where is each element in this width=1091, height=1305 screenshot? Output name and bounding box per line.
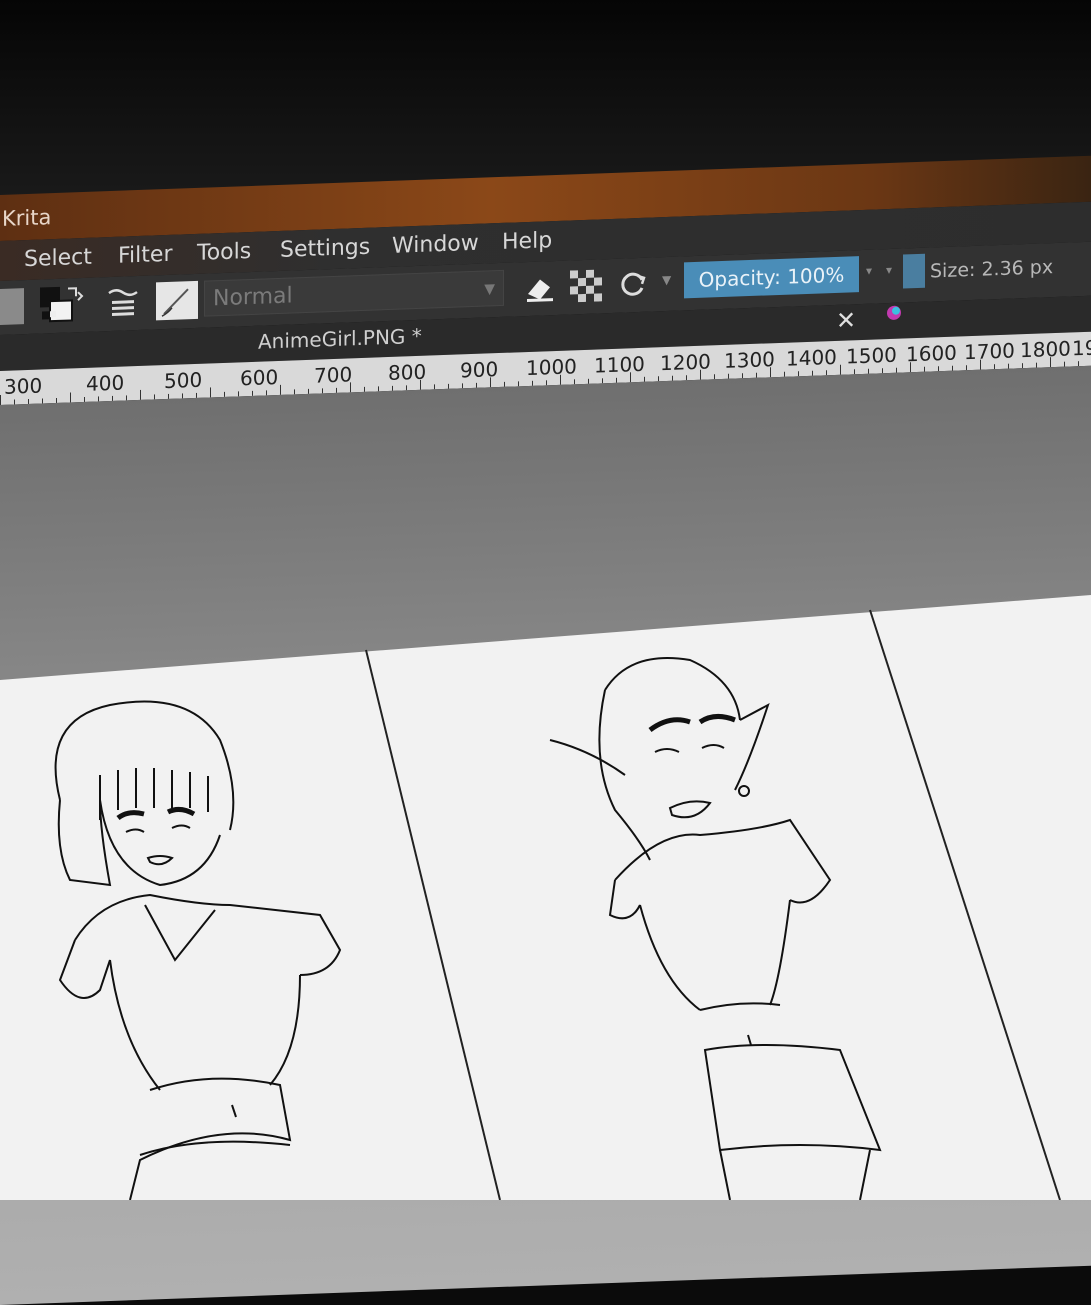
drawing-canvas[interactable] bbox=[0, 0, 1091, 1200]
